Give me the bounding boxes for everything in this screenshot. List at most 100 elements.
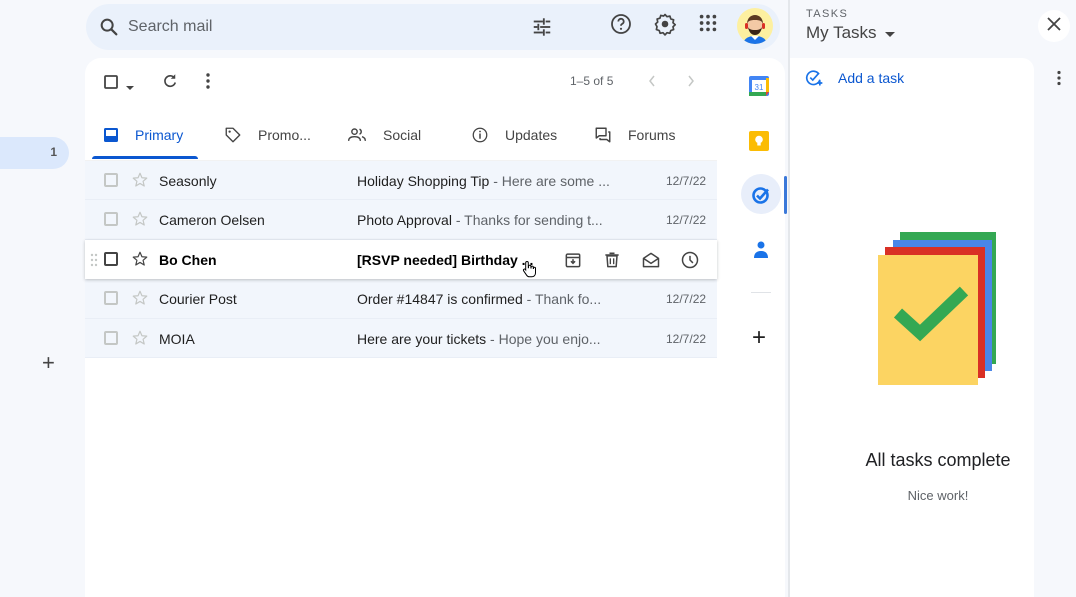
empty-state-title: All tasks complete: [865, 450, 1011, 470]
email-sender: Courier Post: [159, 291, 237, 308]
select-all-checkbox[interactable]: [104, 75, 118, 94]
row-checkbox[interactable]: [104, 212, 118, 227]
search-icon[interactable]: [98, 16, 120, 43]
people-icon: [347, 126, 367, 144]
forum-icon: [594, 126, 612, 144]
close-icon: [1047, 16, 1061, 36]
star-icon[interactable]: [131, 171, 149, 192]
email-sender: MOIA: [159, 330, 195, 347]
contacts-icon[interactable]: [753, 241, 769, 264]
tab-forums[interactable]: Forums: [594, 110, 675, 160]
email-row[interactable]: MOIA Here are your tickets - Hope you en…: [85, 318, 717, 358]
tasks-icon[interactable]: [751, 185, 771, 210]
row-checkbox[interactable]: [104, 251, 118, 266]
email-sender: Cameron Oelsen: [159, 212, 265, 229]
email-snippet: - Thank fo...: [522, 291, 602, 308]
unread-count-badge: 1: [50, 145, 57, 159]
select-dropdown-caret-icon[interactable]: [125, 78, 135, 96]
email-row[interactable]: Courier Post Order #14847 is confirmed -…: [85, 279, 717, 319]
tab-label: Updates: [505, 127, 558, 143]
star-icon[interactable]: [131, 329, 149, 350]
email-date: 12/7/22: [666, 292, 707, 307]
create-label-plus-icon[interactable]: +: [42, 352, 55, 374]
tag-icon: [224, 126, 242, 144]
email-subject: Holiday Shopping Tip - Here are some ...: [357, 173, 610, 189]
tasks-more-options-icon[interactable]: [1056, 70, 1062, 91]
chevron-down-icon: [884, 23, 895, 43]
refresh-icon[interactable]: [161, 72, 179, 95]
email-subject: Photo Approval - Thanks for sending t...: [357, 212, 603, 228]
tune-icon[interactable]: [531, 16, 553, 43]
rail-active-indicator: [784, 176, 787, 214]
email-list: Seasonly Holiday Shopping Tip - Here are…: [85, 161, 717, 358]
email-sender: Seasonly: [159, 173, 217, 189]
star-icon[interactable]: [131, 210, 149, 231]
search-input[interactable]: [128, 14, 508, 40]
task-list-selector[interactable]: My Tasks: [806, 23, 895, 43]
email-row[interactable]: Cameron Oelsen Photo Approval - Thanks f…: [85, 200, 717, 240]
apps-icon[interactable]: [697, 12, 719, 39]
email-subject: Order #14847 is confirmed - Thank fo...: [357, 291, 601, 307]
close-tasks-button[interactable]: [1038, 10, 1070, 42]
email-row[interactable]: Seasonly Holiday Shopping Tip - Here are…: [85, 161, 717, 201]
email-snippet: - Here are some ...: [489, 173, 610, 189]
email-sender: Bo Chen: [159, 251, 217, 268]
add-task-label: Add a task: [838, 70, 905, 86]
tab-label: Forums: [628, 127, 676, 143]
pagination-text: 1–5 of 5: [570, 74, 614, 88]
help-icon[interactable]: [609, 12, 633, 41]
next-page-icon[interactable]: [687, 74, 695, 93]
tab-social[interactable]: Social: [347, 110, 421, 160]
inbox-icon: [103, 127, 119, 143]
tab-promotions[interactable]: Promo...: [224, 110, 311, 160]
email-snippet: - Hope you enjo...: [486, 330, 601, 347]
mail-pane: 1–5 of 5 Primary Promo... Social Updates…: [85, 58, 785, 597]
settings-icon[interactable]: [653, 12, 677, 41]
archive-icon[interactable]: [563, 250, 583, 273]
subject-text: Holiday Shopping Tip: [357, 173, 490, 189]
avatar[interactable]: [737, 8, 773, 44]
email-subject: [RSVP needed] Birthday ...: [357, 252, 533, 268]
tab-label: Promo...: [258, 127, 311, 143]
hand-cursor-icon: [522, 260, 538, 281]
sidebar-item-inbox[interactable]: 1: [0, 137, 69, 169]
side-app-rail: 31 +: [737, 58, 787, 597]
info-icon: [471, 126, 489, 144]
email-subject: Here are your tickets - Hope you enjo...: [357, 331, 601, 347]
add-task-button[interactable]: Add a task: [804, 68, 904, 88]
delete-icon[interactable]: [602, 250, 622, 273]
mark-as-read-icon[interactable]: [641, 250, 661, 273]
empty-state-subtitle: Nice work!: [907, 488, 969, 503]
email-snippet: - Thanks for sending t...: [451, 212, 603, 229]
email-date: 12/7/22: [666, 213, 707, 228]
active-tab-indicator: [92, 156, 198, 159]
subject-text: [RSVP needed] Birthday ...: [357, 251, 534, 268]
subject-text: Photo Approval: [357, 212, 452, 229]
tasks-panel: TASKS My Tasks Add a task All tasks comp…: [788, 0, 1076, 597]
tab-label: Social: [383, 127, 422, 143]
tab-updates[interactable]: Updates: [471, 110, 557, 160]
add-app-plus-icon[interactable]: +: [752, 326, 766, 350]
more-options-icon[interactable]: [204, 72, 212, 95]
add-task-icon: [804, 68, 824, 88]
calendar-icon[interactable]: 31: [749, 76, 769, 101]
task-list-name: My Tasks: [806, 23, 877, 42]
drag-handle-icon[interactable]: [90, 253, 98, 270]
tasks-panel-label: TASKS: [806, 8, 849, 20]
tab-primary[interactable]: Primary: [103, 110, 183, 160]
row-checkbox[interactable]: [104, 173, 118, 187]
rail-divider: [751, 292, 771, 293]
row-checkbox[interactable]: [104, 291, 118, 306]
subject-text: Here are your tickets: [357, 330, 487, 347]
keep-icon[interactable]: [749, 131, 769, 156]
previous-page-icon[interactable]: [648, 74, 656, 93]
email-row[interactable]: Bo Chen [RSVP needed] Birthday ...: [85, 239, 717, 281]
row-actions: [563, 250, 700, 273]
snooze-icon[interactable]: [680, 250, 700, 273]
row-checkbox[interactable]: [104, 330, 118, 345]
star-icon[interactable]: [131, 289, 149, 310]
left-sidebar: 1 +: [0, 0, 85, 597]
star-icon[interactable]: [131, 250, 149, 271]
category-tabs: Primary Promo... Social Updates Forums: [85, 110, 725, 160]
subject-text: Order #14847 is confirmed: [357, 291, 523, 308]
